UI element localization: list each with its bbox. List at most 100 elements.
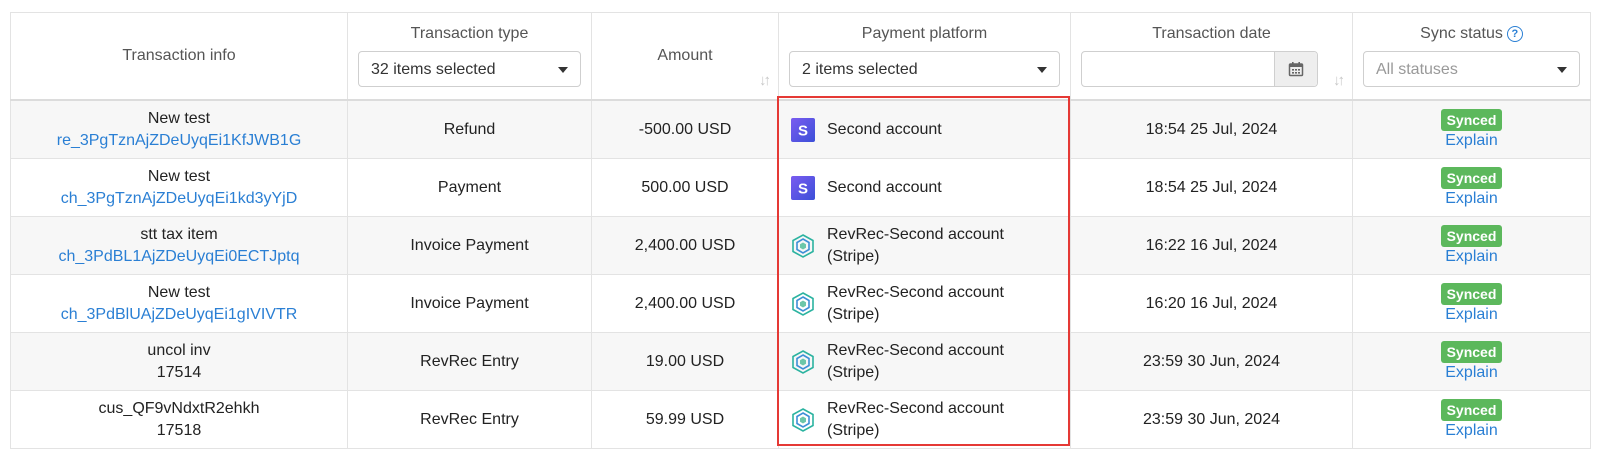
status-badge: Synced: [1440, 282, 1503, 305]
transaction-type-filter[interactable]: 32 items selected: [358, 51, 581, 87]
payment-platform-filter-value: 2 items selected: [802, 61, 918, 78]
transaction-date-cell: 18:54 25 Jul, 2024: [1070, 99, 1353, 159]
sync-status-cell: Synced Explain: [1352, 99, 1591, 159]
transaction-info-cell: New test ch_3PgTznAjZDeUyqEi1kd3yYjD: [10, 158, 348, 217]
col-amount-label: Amount: [657, 47, 713, 64]
explain-link[interactable]: Explain: [1353, 247, 1590, 267]
table-row: uncol inv 17514 RevRec Entry 19.00 USD RevRe…: [10, 332, 1591, 391]
transaction-type-cell: RevRec Entry: [347, 332, 592, 391]
transactions-view: Transaction info Transaction type 32 ite…: [0, 0, 1600, 452]
revrec-cube-icon: [792, 349, 814, 374]
transaction-title: New test: [147, 283, 211, 301]
table-row: New test re_3PgTznAjZDeUyqEi1KfJWB1G Refun…: [10, 99, 1591, 159]
transaction-id-link[interactable]: ch_3PdBlUAjZDeUyqEi1gIVIVTR: [11, 304, 347, 326]
transaction-date-cell: 16:22 16 Jul, 2024: [1070, 216, 1353, 275]
transaction-title: stt tax item: [140, 225, 218, 243]
platform-name: RevRec-Second account (Stripe): [827, 341, 1004, 381]
transactions-table: Transaction info Transaction type 32 ite…: [10, 12, 1591, 449]
transaction-title: New test: [147, 167, 211, 185]
transaction-id: 17518: [156, 421, 202, 439]
col-amount: Amount ↓↑: [591, 12, 779, 101]
payment-platform-cell: RevRec-Second account (Stripe): [778, 216, 1071, 275]
transaction-info-cell: stt tax item ch_3PdBL1AjZDeUyqEi0ECTJptq: [10, 216, 348, 275]
transaction-type-cell: RevRec Entry: [347, 390, 592, 449]
sync-status-filter-placeholder: All statuses: [1376, 61, 1458, 78]
explain-link[interactable]: Explain: [1353, 363, 1590, 383]
transaction-id-link[interactable]: ch_3PdBL1AjZDeUyqEi0ECTJptq: [11, 246, 347, 268]
amount-cell: -500.00 USD: [591, 99, 779, 159]
sort-icon[interactable]: ↓↑: [1333, 72, 1345, 89]
svg-text:S: S: [798, 180, 808, 197]
sync-status-cell: Synced Explain: [1352, 390, 1591, 449]
status-badge: Synced: [1440, 224, 1503, 247]
sync-status-cell: Synced Explain: [1352, 332, 1591, 391]
transaction-info-cell: New test ch_3PdBlUAjZDeUyqEi1gIVIVTR: [10, 274, 348, 333]
transaction-info-cell: cus_QF9vNdxtR2ehkh 17518: [10, 390, 348, 449]
transaction-date-input[interactable]: [1081, 51, 1318, 87]
table-row: New test ch_3PdBlUAjZDeUyqEi1gIVIVTR Invoi…: [10, 274, 1591, 333]
amount-cell: 59.99 USD: [591, 390, 779, 449]
col-payment-platform: Payment platform 2 items selected: [778, 12, 1071, 101]
amount-cell: 500.00 USD: [591, 158, 779, 217]
table-row: cus_QF9vNdxtR2ehkh 17518 RevRec Entry 59.99…: [10, 390, 1591, 449]
sort-icon[interactable]: ↓↑: [759, 72, 771, 89]
payment-platform-cell: S Second account: [778, 158, 1071, 217]
platform-name: RevRec-Second account (Stripe): [827, 225, 1004, 265]
payment-platform-cell: RevRec-Second account (Stripe): [778, 390, 1071, 449]
transaction-type-cell: Invoice Payment: [347, 274, 592, 333]
col-transaction-info: Transaction info: [10, 12, 348, 101]
status-badge: Synced: [1440, 398, 1503, 421]
transaction-date-cell: 23:59 30 Jun, 2024: [1070, 332, 1353, 391]
transaction-id-link[interactable]: re_3PgTznAjZDeUyqEi1KfJWB1G: [11, 130, 347, 152]
table-row: stt tax item ch_3PdBL1AjZDeUyqEi0ECTJptq I…: [10, 216, 1591, 275]
col-sync-status: Sync status? All statuses: [1352, 12, 1591, 101]
transaction-type-filter-value: 32 items selected: [371, 61, 496, 78]
transaction-id-link[interactable]: ch_3PgTznAjZDeUyqEi1kd3yYjD: [11, 188, 347, 210]
explain-link[interactable]: Explain: [1353, 189, 1590, 209]
svg-text:S: S: [798, 122, 808, 139]
col-transaction-type-label: Transaction type: [410, 25, 529, 42]
transaction-info-cell: uncol inv 17514: [10, 332, 348, 391]
calendar-icon: [1288, 62, 1304, 77]
col-sync-status-label: Sync status: [1420, 25, 1503, 42]
status-badge: Synced: [1440, 340, 1503, 363]
sync-status-filter[interactable]: All statuses: [1363, 51, 1580, 87]
caret-down-icon: [1037, 67, 1047, 73]
transaction-title: cus_QF9vNdxtR2ehkh: [98, 399, 260, 417]
payment-platform-cell: RevRec-Second account (Stripe): [778, 274, 1071, 333]
explain-link[interactable]: Explain: [1353, 305, 1590, 325]
table-row: New test ch_3PgTznAjZDeUyqEi1kd3yYjD Payme…: [10, 158, 1591, 217]
caret-down-icon: [558, 67, 568, 73]
explain-link[interactable]: Explain: [1353, 131, 1590, 151]
transaction-type-cell: Payment: [347, 158, 592, 217]
payment-platform-filter[interactable]: 2 items selected: [789, 51, 1060, 87]
col-transaction-info-label: Transaction info: [122, 47, 236, 64]
help-icon[interactable]: ?: [1506, 26, 1523, 42]
col-transaction-date: Transaction date ↓↑: [1070, 12, 1353, 101]
amount-cell: 2,400.00 USD: [591, 274, 779, 333]
revrec-cube-icon: [792, 291, 814, 316]
transaction-date-cell: 23:59 30 Jun, 2024: [1070, 390, 1353, 449]
revrec-cube-icon: [792, 233, 814, 258]
caret-down-icon: [1557, 67, 1567, 73]
sync-status-cell: Synced Explain: [1352, 158, 1591, 217]
platform-name: Second account: [827, 120, 942, 138]
stripe-icon: S: [791, 117, 815, 142]
payment-platform-cell: S Second account: [778, 99, 1071, 159]
transaction-info-cell: New test re_3PgTznAjZDeUyqEi1KfJWB1G: [10, 99, 348, 159]
col-payment-platform-label: Payment platform: [861, 25, 988, 42]
calendar-button[interactable]: [1274, 52, 1317, 86]
header-row: Transaction info Transaction type 32 ite…: [10, 12, 1591, 101]
platform-name: RevRec-Second account (Stripe): [827, 283, 1004, 323]
status-badge: Synced: [1440, 108, 1503, 131]
explain-link[interactable]: Explain: [1353, 421, 1590, 441]
transaction-title: New test: [147, 109, 211, 127]
platform-name: RevRec-Second account (Stripe): [827, 399, 1004, 439]
transaction-id: 17514: [156, 363, 202, 381]
status-badge: Synced: [1440, 166, 1503, 189]
platform-name: Second account: [827, 178, 942, 196]
amount-cell: 2,400.00 USD: [591, 216, 779, 275]
transaction-type-cell: Invoice Payment: [347, 216, 592, 275]
transaction-date-cell: 16:20 16 Jul, 2024: [1070, 274, 1353, 333]
transaction-title: uncol inv: [147, 341, 211, 359]
